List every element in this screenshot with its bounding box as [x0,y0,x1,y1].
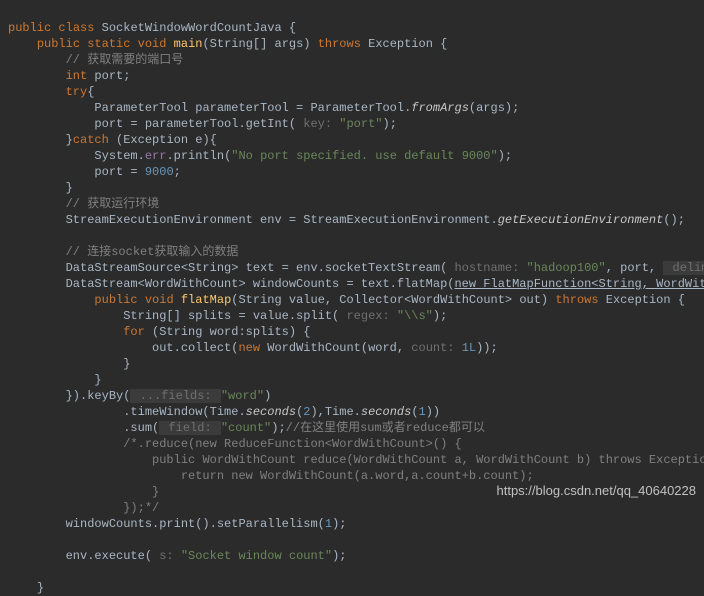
line: .timeWindow(Time.seconds(2),Time.seconds… [8,405,440,419]
line: windowCounts.print().setParallelism(1); [8,517,346,531]
line: public static void main(String[] args) t… [8,37,447,51]
watermark: https://blog.csdn.net/qq_40640228 [497,483,697,499]
line: public void flatMap(String value, Collec… [8,293,685,307]
line: out.collect(new WordWithCount(word, coun… [8,341,498,355]
code-editor[interactable]: public class SocketWindowWordCountJava {… [0,0,704,596]
line: } [8,181,73,195]
line: ParameterTool parameterTool = ParameterT… [8,101,519,115]
line: DataStreamSource<String> text = env.sock… [8,261,704,275]
line: StreamExecutionEnvironment env = StreamE… [8,213,685,227]
line: // 获取运行环境 [8,197,159,211]
line: // 获取需要的端口号 [8,53,183,67]
line: .sum( field: "count");//在这里使用sum或者reduce… [8,421,485,435]
line: int port; [8,69,130,83]
line: public class SocketWindowWordCountJava { [8,21,296,35]
line: return new WordWithCount(a.word,a.count+… [8,469,534,483]
line: });*/ [8,501,159,515]
line: } [8,581,44,595]
line: } [8,357,130,371]
line: // 连接socket获取输入的数据 [8,245,238,259]
line: }).keyBy( ...fields: "word") [8,389,271,403]
line: port = parameterTool.getInt( key: "port"… [8,117,397,131]
line: System.err.println("No port specified. u… [8,149,512,163]
line: env.execute( s: "Socket window count"); [8,549,346,563]
line: for (String word:splits) { [8,325,310,339]
line: /*.reduce(new ReduceFunction<WordWithCou… [8,437,462,451]
line: public WordWithCount reduce(WordWithCoun… [8,453,704,467]
line: } [8,373,102,387]
line: } [8,485,159,499]
line: DataStream<WordWithCount> windowCounts =… [8,277,704,291]
line: port = 9000; [8,165,181,179]
line: String[] splits = value.split( regex: "\… [8,309,447,323]
line: try{ [8,85,94,99]
line: }catch (Exception e){ [8,133,217,147]
